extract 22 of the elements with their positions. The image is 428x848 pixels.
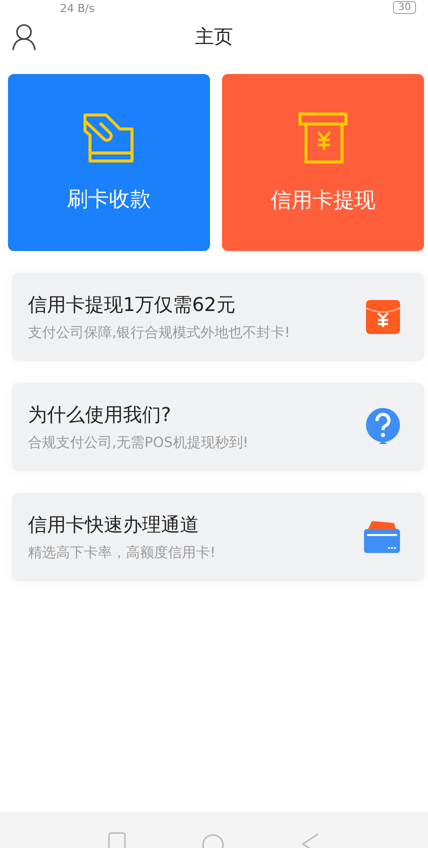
menu-card[interactable]: 信用卡提现1万仅需62元 支付公司保障,银行合规模式外地也不封卡! — [12, 273, 424, 361]
menu-card[interactable]: 信用卡快速办理通道 精选高下卡率，高额度信用卡! — [12, 493, 424, 581]
card-swipe-icon — [82, 112, 136, 162]
card-subtitle: 支付公司保障,银行合规模式外地也不封卡! — [28, 324, 290, 342]
help-icon — [364, 407, 402, 447]
card-subtitle: 精选高下卡率，高额度信用卡! — [28, 544, 216, 562]
envelope-icon — [364, 298, 402, 336]
menu-card[interactable]: 为什么使用我们? 合规支付公司,无需POS机提现秒到! — [12, 383, 424, 471]
battery-level: 30 — [393, 1, 416, 14]
network-speed: 24 B/s — [60, 3, 94, 14]
credit-card-icon — [362, 519, 402, 555]
card-title: 信用卡提现1万仅需62元 — [28, 293, 236, 318]
back-icon[interactable] — [300, 832, 320, 848]
card-title: 为什么使用我们? — [28, 403, 172, 428]
recent-apps-icon[interactable] — [108, 832, 126, 848]
action-tile[interactable]: 刷卡收款 — [8, 74, 210, 251]
user-icon[interactable] — [11, 23, 37, 51]
home-icon[interactable] — [200, 832, 225, 848]
card-subtitle: 合规支付公司,无需POS机提现秒到! — [28, 434, 248, 452]
atm-cash-icon — [298, 112, 348, 164]
card-title: 信用卡快速办理通道 — [28, 513, 200, 538]
page-title: 主页 — [195, 25, 233, 50]
